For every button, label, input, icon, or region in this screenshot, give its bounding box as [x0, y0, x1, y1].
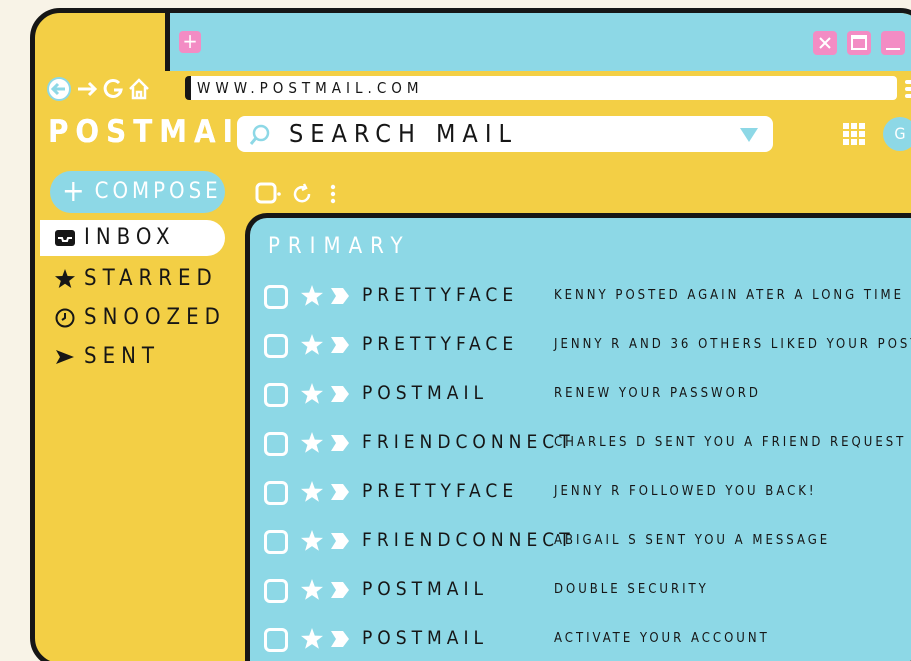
row-checkbox[interactable]: [264, 285, 288, 309]
browser-window: + WWW.POSTMAIL.COM POSTMAIL SEARCH MAIL …: [30, 8, 911, 661]
mail-row[interactable]: PRETTYFACE JENNY R FOLLOWED YOU BACK!: [264, 478, 911, 508]
row-checkbox[interactable]: [264, 530, 288, 554]
maximize-icon: [851, 35, 867, 50]
row-subject: JENNY R FOLLOWED YOU BACK!: [554, 484, 817, 499]
address-bar[interactable]: WWW.POSTMAIL.COM: [185, 76, 897, 100]
search-icon: [249, 124, 270, 145]
sidebar-item-starred[interactable]: STARRED: [40, 261, 225, 297]
star-toggle-icon[interactable]: [300, 382, 324, 406]
row-sender: FRIENDCONNECT: [362, 529, 575, 551]
maximize-window-button[interactable]: [847, 31, 871, 55]
sidebar-item-label: STARRED: [84, 266, 218, 291]
row-subject: RENEW YOUR PASSWORD: [554, 386, 761, 401]
important-marker-icon[interactable]: [330, 336, 350, 354]
back-icon[interactable]: [47, 77, 71, 101]
star-icon: [55, 269, 75, 288]
sidebar-item-label: SNOOZED: [84, 305, 226, 330]
row-sender: PRETTYFACE: [362, 284, 519, 306]
forward-icon[interactable]: [75, 77, 99, 101]
row-subject: CHARLES D SENT YOU A FRIEND REQUEST: [554, 435, 907, 450]
star-toggle-icon[interactable]: [300, 627, 324, 651]
row-sender: PRETTYFACE: [362, 333, 519, 355]
row-checkbox[interactable]: [264, 383, 288, 407]
more-options-icon[interactable]: [329, 183, 337, 205]
sidebar-item-label: INBOX: [84, 225, 176, 250]
mail-row[interactable]: PRETTYFACE JENNY R AND 36 OTHERS LIKED YO…: [264, 331, 911, 361]
sidebar-item-snoozed[interactable]: SNOOZED: [40, 300, 225, 336]
compose-label: COMPOSE: [94, 179, 222, 204]
row-subject: KENNY POSTED AGAIN ATER A LONG TIME: [554, 288, 904, 303]
compose-button[interactable]: + COMPOSE: [50, 171, 225, 213]
star-toggle-icon[interactable]: [300, 431, 324, 455]
mail-row[interactable]: POSTMAIL ACTIVATE YOUR ACCOUNT: [264, 625, 911, 655]
search-options-icon[interactable]: [739, 127, 759, 143]
row-sender: PRETTYFACE: [362, 480, 519, 502]
mail-row[interactable]: POSTMAIL DOUBLE SECURITY: [264, 576, 911, 606]
row-subject: JENNY R AND 36 OTHERS LIKED YOUR POST: [554, 337, 911, 352]
user-avatar[interactable]: G: [883, 117, 911, 151]
important-marker-icon[interactable]: [330, 630, 350, 648]
select-all-checkbox-icon[interactable]: [255, 182, 281, 206]
row-sender: POSTMAIL: [362, 382, 489, 404]
navigation-bar: WWW.POSTMAIL.COM: [45, 73, 911, 103]
important-marker-icon[interactable]: [330, 532, 350, 550]
mail-row[interactable]: PRETTYFACE KENNY POSTED AGAIN ATER A LONG…: [264, 282, 911, 312]
row-subject: DOUBLE SECURITY: [554, 582, 709, 597]
row-sender: FRIENDCONNECT: [362, 431, 575, 453]
row-checkbox[interactable]: [264, 628, 288, 652]
mail-row[interactable]: FRIENDCONNECT CHARLES D SENT YOU A FRIEND…: [264, 429, 911, 459]
minimize-icon: [886, 48, 900, 50]
important-marker-icon[interactable]: [330, 385, 350, 403]
important-marker-icon[interactable]: [330, 483, 350, 501]
star-toggle-icon[interactable]: [300, 333, 324, 357]
list-toolbar: [255, 180, 395, 206]
close-window-button[interactable]: [813, 31, 837, 55]
mail-row[interactable]: POSTMAIL RENEW YOUR PASSWORD: [264, 380, 911, 410]
inbox-icon: [55, 230, 75, 246]
minimize-window-button[interactable]: [881, 31, 905, 55]
browser-menu-icon[interactable]: [905, 79, 911, 99]
row-sender: POSTMAIL: [362, 578, 489, 600]
sidebar-item-sent[interactable]: SENT: [40, 339, 225, 375]
home-icon[interactable]: [127, 77, 151, 101]
app-logo: POSTMAIL: [48, 114, 265, 150]
star-toggle-icon[interactable]: [300, 529, 324, 553]
important-marker-icon[interactable]: [330, 581, 350, 599]
important-marker-icon[interactable]: [330, 287, 350, 305]
refresh-icon[interactable]: [291, 183, 313, 205]
sidebar-item-inbox[interactable]: INBOX: [40, 220, 225, 256]
mail-row[interactable]: FRIENDCONNECT ABIGAIL S SENT YOU A MESSAG…: [264, 527, 911, 557]
tab-primary[interactable]: PRIMARY: [268, 234, 411, 259]
search-input[interactable]: SEARCH MAIL: [289, 119, 518, 148]
star-toggle-icon[interactable]: [300, 578, 324, 602]
star-toggle-icon[interactable]: [300, 480, 324, 504]
mail-list-panel: PRIMARY PRETTYFACE KENNY POSTED AGAIN ATE…: [245, 213, 911, 661]
sidebar-item-label: SENT: [84, 344, 160, 369]
star-toggle-icon[interactable]: [300, 284, 324, 308]
row-checkbox[interactable]: [264, 334, 288, 358]
reload-icon[interactable]: [101, 77, 125, 101]
plus-icon: +: [62, 174, 85, 209]
search-bar[interactable]: SEARCH MAIL: [237, 116, 773, 152]
row-checkbox[interactable]: [264, 579, 288, 603]
clock-icon: [55, 308, 75, 328]
close-icon: [819, 37, 831, 49]
new-tab-button[interactable]: +: [179, 31, 201, 53]
row-subject: ACTIVATE YOUR ACCOUNT: [554, 631, 770, 646]
row-checkbox[interactable]: [264, 481, 288, 505]
send-icon: [56, 350, 74, 364]
tab-bar: [165, 13, 911, 71]
row-checkbox[interactable]: [264, 432, 288, 456]
row-subject: ABIGAIL S SENT YOU A MESSAGE: [554, 533, 831, 548]
row-sender: POSTMAIL: [362, 627, 489, 649]
apps-grid-icon[interactable]: [843, 123, 865, 145]
important-marker-icon[interactable]: [330, 434, 350, 452]
